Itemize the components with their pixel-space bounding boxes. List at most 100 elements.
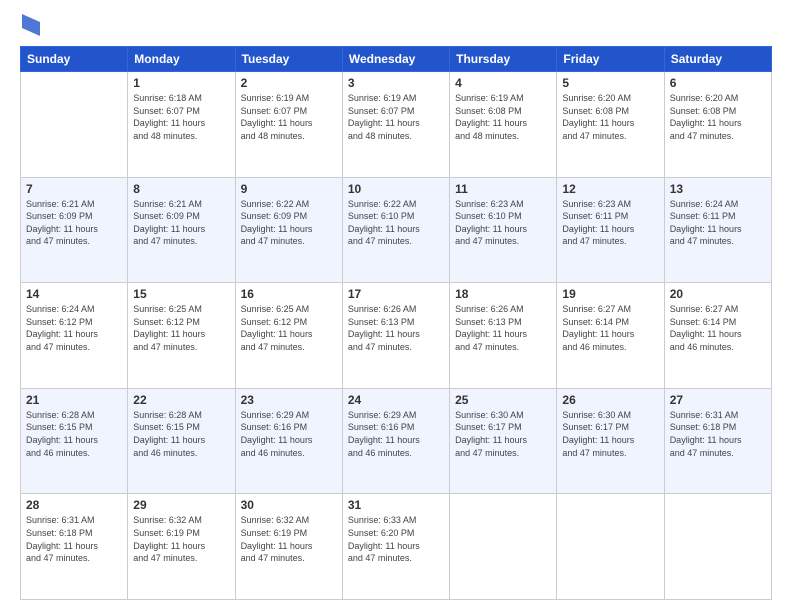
- calendar-cell: 2 Sunrise: 6:19 AM Sunset: 6:07 PM Daylig…: [235, 72, 342, 178]
- day-info: Sunrise: 6:29 AM Sunset: 6:16 PM Dayligh…: [241, 409, 337, 459]
- col-header-tuesday: Tuesday: [235, 47, 342, 72]
- calendar-cell: 19Sunrise: 6:27 AM Sunset: 6:14 PM Dayli…: [557, 283, 664, 389]
- day-info: Sunrise: 6:19 AM Sunset: 6:07 PM Dayligh…: [241, 92, 337, 142]
- day-number: 3: [348, 76, 444, 90]
- day-info: Sunrise: 6:23 AM Sunset: 6:10 PM Dayligh…: [455, 198, 551, 248]
- day-number: 18: [455, 287, 551, 301]
- calendar-cell: 27Sunrise: 6:31 AM Sunset: 6:18 PM Dayli…: [664, 388, 771, 494]
- day-number: 14: [26, 287, 122, 301]
- calendar-table: SundayMondayTuesdayWednesdayThursdayFrid…: [20, 46, 772, 600]
- calendar-cell: 13 Sunrise: 6:24 AM Sunset: 6:11 PM Dayli…: [664, 177, 771, 283]
- day-number: 20: [670, 287, 766, 301]
- calendar-header-row: SundayMondayTuesdayWednesdayThursdayFrid…: [21, 47, 772, 72]
- day-number: 28: [26, 498, 122, 512]
- day-number: 25: [455, 393, 551, 407]
- day-number: 22: [133, 393, 229, 407]
- day-number: 17: [348, 287, 444, 301]
- calendar-cell: 12 Sunrise: 6:23 AM Sunset: 6:11 PM Dayli…: [557, 177, 664, 283]
- day-number: 4: [455, 76, 551, 90]
- day-info: Sunrise: 6:28 AM Sunset: 6:15 PM Dayligh…: [26, 409, 122, 459]
- day-info: Sunrise: 6:26 AM Sunset: 6:13 PM Dayligh…: [348, 303, 444, 353]
- calendar-cell: 4 Sunrise: 6:19 AM Sunset: 6:08 PM Daylig…: [450, 72, 557, 178]
- day-info: Sunrise: 6:21 AM Sunset: 6:09 PM Dayligh…: [133, 198, 229, 248]
- calendar-cell: [450, 494, 557, 600]
- day-number: 23: [241, 393, 337, 407]
- calendar-cell: 25 Sunrise: 6:30 AM Sunset: 6:17 PM Dayli…: [450, 388, 557, 494]
- calendar-cell: 23 Sunrise: 6:29 AM Sunset: 6:16 PM Dayli…: [235, 388, 342, 494]
- day-number: 2: [241, 76, 337, 90]
- day-number: 12: [562, 182, 658, 196]
- logo-icon: [22, 14, 40, 36]
- calendar-cell: [664, 494, 771, 600]
- day-number: 8: [133, 182, 229, 196]
- header: [20, 16, 772, 36]
- day-info: Sunrise: 6:29 AM Sunset: 6:16 PM Dayligh…: [348, 409, 444, 459]
- day-number: 29: [133, 498, 229, 512]
- calendar-cell: 26 Sunrise: 6:30 AM Sunset: 6:17 PM Dayli…: [557, 388, 664, 494]
- day-info: Sunrise: 6:20 AM Sunset: 6:08 PM Dayligh…: [562, 92, 658, 142]
- day-number: 31: [348, 498, 444, 512]
- day-number: 16: [241, 287, 337, 301]
- calendar-cell: 5 Sunrise: 6:20 AM Sunset: 6:08 PM Daylig…: [557, 72, 664, 178]
- calendar-cell: 1Sunrise: 6:18 AM Sunset: 6:07 PM Daylig…: [128, 72, 235, 178]
- calendar-cell: 21 Sunrise: 6:28 AM Sunset: 6:15 PM Dayli…: [21, 388, 128, 494]
- day-info: Sunrise: 6:26 AM Sunset: 6:13 PM Dayligh…: [455, 303, 551, 353]
- day-number: 26: [562, 393, 658, 407]
- calendar-cell: 10Sunrise: 6:22 AM Sunset: 6:10 PM Dayli…: [342, 177, 449, 283]
- day-info: Sunrise: 6:23 AM Sunset: 6:11 PM Dayligh…: [562, 198, 658, 248]
- calendar-cell: 6Sunrise: 6:20 AM Sunset: 6:08 PM Daylig…: [664, 72, 771, 178]
- calendar-cell: 8 Sunrise: 6:21 AM Sunset: 6:09 PM Daylig…: [128, 177, 235, 283]
- calendar-cell: 16 Sunrise: 6:25 AM Sunset: 6:12 PM Dayli…: [235, 283, 342, 389]
- day-number: 7: [26, 182, 122, 196]
- day-info: Sunrise: 6:24 AM Sunset: 6:11 PM Dayligh…: [670, 198, 766, 248]
- day-info: Sunrise: 6:19 AM Sunset: 6:08 PM Dayligh…: [455, 92, 551, 142]
- calendar-week-row: 14 Sunrise: 6:24 AM Sunset: 6:12 PM Dayli…: [21, 283, 772, 389]
- day-info: Sunrise: 6:27 AM Sunset: 6:14 PM Dayligh…: [670, 303, 766, 353]
- day-number: 24: [348, 393, 444, 407]
- day-number: 21: [26, 393, 122, 407]
- day-info: Sunrise: 6:25 AM Sunset: 6:12 PM Dayligh…: [133, 303, 229, 353]
- day-info: Sunrise: 6:30 AM Sunset: 6:17 PM Dayligh…: [562, 409, 658, 459]
- day-number: 11: [455, 182, 551, 196]
- day-info: Sunrise: 6:28 AM Sunset: 6:15 PM Dayligh…: [133, 409, 229, 459]
- calendar-cell: 31 Sunrise: 6:33 AM Sunset: 6:20 PM Dayli…: [342, 494, 449, 600]
- calendar-cell: 7 Sunrise: 6:21 AM Sunset: 6:09 PM Daylig…: [21, 177, 128, 283]
- calendar-week-row: 28 Sunrise: 6:31 AM Sunset: 6:18 PM Dayli…: [21, 494, 772, 600]
- day-info: Sunrise: 6:19 AM Sunset: 6:07 PM Dayligh…: [348, 92, 444, 142]
- calendar-cell: 29 Sunrise: 6:32 AM Sunset: 6:19 PM Dayli…: [128, 494, 235, 600]
- day-info: Sunrise: 6:24 AM Sunset: 6:12 PM Dayligh…: [26, 303, 122, 353]
- day-info: Sunrise: 6:22 AM Sunset: 6:09 PM Dayligh…: [241, 198, 337, 248]
- day-number: 30: [241, 498, 337, 512]
- calendar-cell: 11 Sunrise: 6:23 AM Sunset: 6:10 PM Dayli…: [450, 177, 557, 283]
- calendar-cell: 3 Sunrise: 6:19 AM Sunset: 6:07 PM Daylig…: [342, 72, 449, 178]
- calendar-cell: 28 Sunrise: 6:31 AM Sunset: 6:18 PM Dayli…: [21, 494, 128, 600]
- calendar-cell: 20 Sunrise: 6:27 AM Sunset: 6:14 PM Dayli…: [664, 283, 771, 389]
- day-number: 9: [241, 182, 337, 196]
- col-header-wednesday: Wednesday: [342, 47, 449, 72]
- day-number: 15: [133, 287, 229, 301]
- day-info: Sunrise: 6:18 AM Sunset: 6:07 PM Dayligh…: [133, 92, 229, 142]
- calendar-cell: 9 Sunrise: 6:22 AM Sunset: 6:09 PM Daylig…: [235, 177, 342, 283]
- day-number: 13: [670, 182, 766, 196]
- day-info: Sunrise: 6:32 AM Sunset: 6:19 PM Dayligh…: [241, 514, 337, 564]
- calendar-cell: 14 Sunrise: 6:24 AM Sunset: 6:12 PM Dayli…: [21, 283, 128, 389]
- page: SundayMondayTuesdayWednesdayThursdayFrid…: [0, 0, 792, 612]
- col-header-saturday: Saturday: [664, 47, 771, 72]
- day-info: Sunrise: 6:30 AM Sunset: 6:17 PM Dayligh…: [455, 409, 551, 459]
- calendar-cell: 15 Sunrise: 6:25 AM Sunset: 6:12 PM Dayli…: [128, 283, 235, 389]
- calendar-cell: [557, 494, 664, 600]
- col-header-sunday: Sunday: [21, 47, 128, 72]
- day-info: Sunrise: 6:21 AM Sunset: 6:09 PM Dayligh…: [26, 198, 122, 248]
- day-info: Sunrise: 6:32 AM Sunset: 6:19 PM Dayligh…: [133, 514, 229, 564]
- day-info: Sunrise: 6:22 AM Sunset: 6:10 PM Dayligh…: [348, 198, 444, 248]
- day-info: Sunrise: 6:31 AM Sunset: 6:18 PM Dayligh…: [26, 514, 122, 564]
- day-number: 5: [562, 76, 658, 90]
- day-info: Sunrise: 6:33 AM Sunset: 6:20 PM Dayligh…: [348, 514, 444, 564]
- day-info: Sunrise: 6:27 AM Sunset: 6:14 PM Dayligh…: [562, 303, 658, 353]
- day-info: Sunrise: 6:25 AM Sunset: 6:12 PM Dayligh…: [241, 303, 337, 353]
- col-header-friday: Friday: [557, 47, 664, 72]
- calendar-week-row: 1Sunrise: 6:18 AM Sunset: 6:07 PM Daylig…: [21, 72, 772, 178]
- logo: [20, 16, 40, 36]
- calendar-cell: [21, 72, 128, 178]
- day-number: 6: [670, 76, 766, 90]
